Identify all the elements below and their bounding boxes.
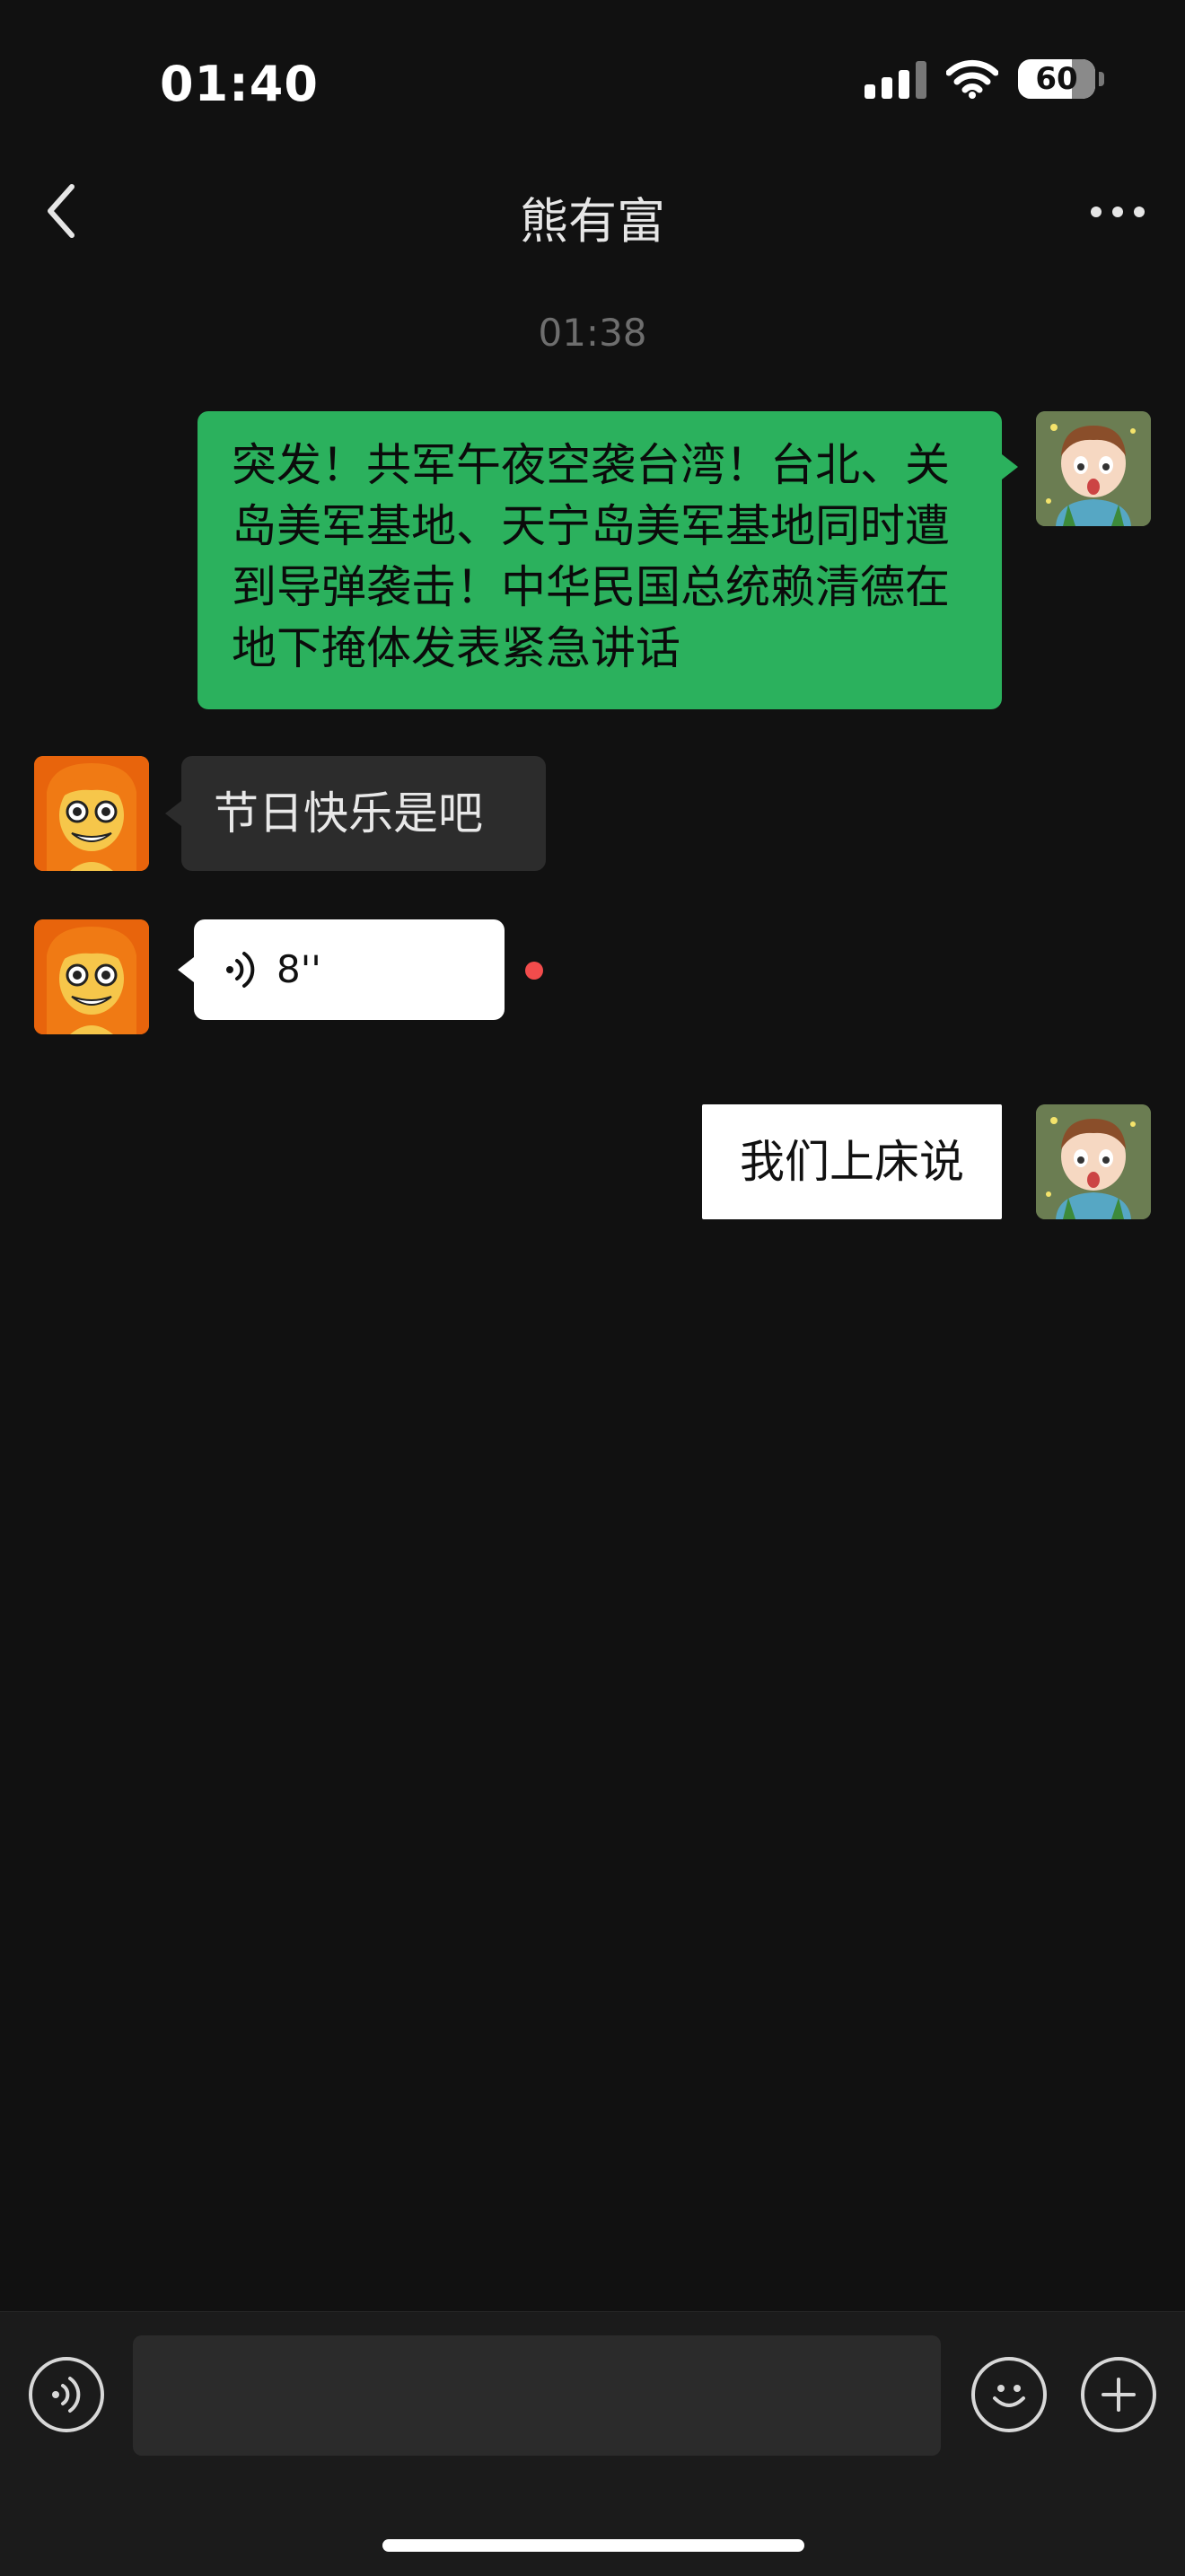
more-dots-icon <box>1091 207 1102 217</box>
avatar-boy-image <box>1036 1104 1151 1219</box>
voice-duration: 8'' <box>276 947 321 991</box>
wifi-icon <box>946 59 998 99</box>
contact-avatar[interactable] <box>34 756 149 871</box>
my-avatar[interactable] <box>1036 411 1151 526</box>
avatar-girl-image <box>34 919 149 1034</box>
add-button[interactable] <box>1081 2357 1156 2432</box>
unread-dot <box>525 962 543 980</box>
message-bubble-sent[interactable]: 突发！共军午夜空袭台湾！台北、关岛美军基地、天宁岛美军基地同时遭到导弹袭击！中华… <box>198 411 1002 709</box>
avatar-boy-image <box>1036 411 1151 526</box>
message-input[interactable] <box>133 2335 941 2456</box>
chat-title: 熊有富 <box>520 193 665 250</box>
message-timestamp: 01:38 <box>538 311 647 355</box>
message-bubble-received[interactable]: 节日快乐是吧 <box>181 756 546 871</box>
contact-avatar[interactable] <box>34 919 149 1034</box>
emoji-icon <box>993 2385 1025 2407</box>
avatar-girl-image <box>34 756 149 871</box>
my-avatar[interactable] <box>1036 1104 1151 1219</box>
battery-icon: 60 <box>1018 59 1104 99</box>
emoji-button[interactable] <box>971 2357 1047 2432</box>
home-indicator[interactable] <box>382 2539 804 2552</box>
message-text: 节日快乐是吧 <box>214 787 483 840</box>
status-time: 01:40 <box>160 56 319 112</box>
status-icons: 60 <box>865 59 1104 99</box>
voice-icon <box>52 2377 81 2413</box>
message-text: 突发！共军午夜空袭台湾！台北、关岛美军基地、天宁岛美军基地同时遭到导弹袭击！中华… <box>232 439 950 674</box>
voice-message-bubble[interactable]: 8'' <box>194 919 505 1020</box>
input-bar <box>0 2311 1185 2576</box>
voice-toggle-button[interactable] <box>29 2357 104 2432</box>
plus-icon <box>1102 2378 1136 2412</box>
nav-bar: 熊有富 <box>0 162 1185 260</box>
message-bubble-sent[interactable]: 我们上床说 <box>702 1104 1002 1219</box>
voice-wave-icon <box>226 952 255 988</box>
battery-level: 60 <box>1035 61 1078 97</box>
message-text: 我们上床说 <box>740 1136 964 1188</box>
more-button[interactable] <box>1077 185 1158 239</box>
signal-icon <box>865 59 926 99</box>
